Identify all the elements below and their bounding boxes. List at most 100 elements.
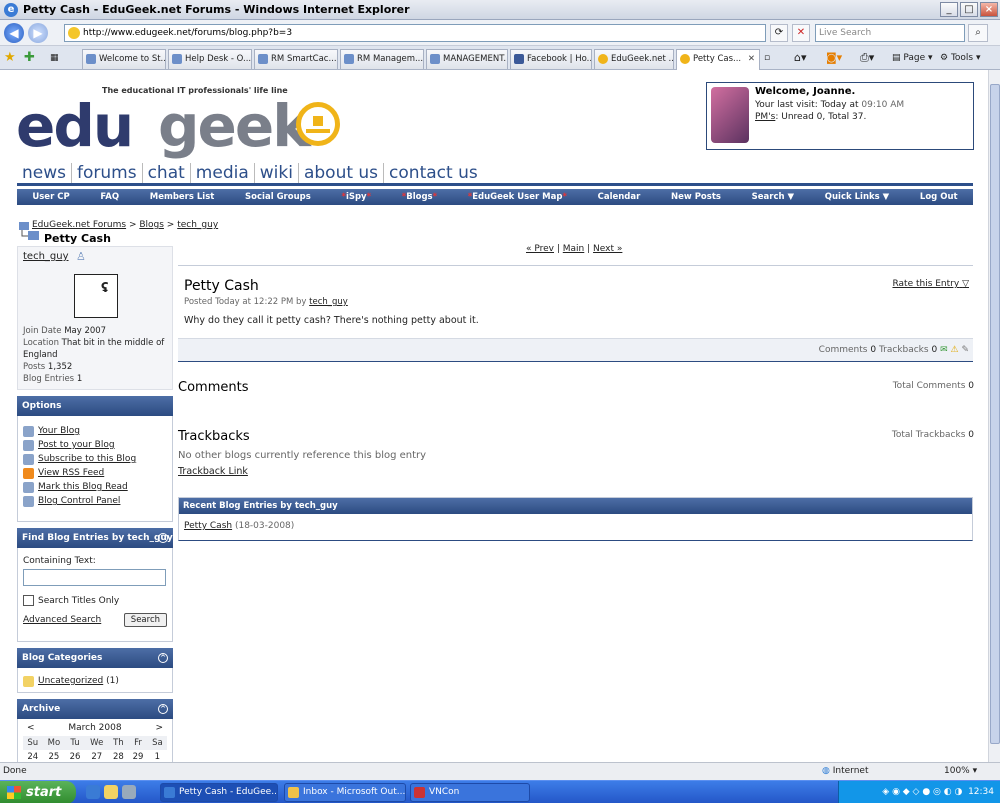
nav-chat[interactable]: chat bbox=[143, 163, 191, 183]
calendar-day[interactable]: 1 bbox=[148, 750, 167, 762]
advanced-search-link[interactable]: Advanced Search bbox=[23, 615, 101, 625]
tab-welcome[interactable]: Welcome to St... bbox=[82, 49, 166, 69]
blog-control-panel-link[interactable]: Blog Control Panel bbox=[23, 494, 167, 508]
subnav-search[interactable]: Search ▼ bbox=[752, 192, 794, 202]
minimize-button[interactable]: _ bbox=[940, 2, 958, 17]
next-month-button[interactable]: > bbox=[155, 723, 163, 733]
collapse-icon[interactable]: ^ bbox=[158, 704, 168, 714]
print-icon[interactable]: ⎙▾ bbox=[860, 49, 874, 67]
zoom-level[interactable]: 100% ▾ bbox=[944, 763, 977, 780]
calendar-day[interactable]: 28 bbox=[109, 750, 129, 762]
search-icon[interactable]: ⌕ bbox=[968, 24, 988, 42]
maximize-button[interactable]: □ bbox=[960, 2, 978, 17]
calendar-day[interactable]: 26 bbox=[65, 750, 85, 762]
tab-edugeek[interactable]: EduGeek.net ... bbox=[594, 49, 674, 69]
rss-feeds-icon[interactable]: ◙▾ bbox=[826, 49, 842, 67]
pms-link[interactable]: PM's bbox=[755, 112, 775, 122]
calendar-day[interactable]: 25 bbox=[43, 750, 66, 762]
edugeek-logo[interactable]: The educational IT professionals' life l… bbox=[16, 82, 346, 162]
subnav-blogs[interactable]: *Blogs* bbox=[402, 192, 437, 202]
next-entry-link[interactable]: Next » bbox=[593, 244, 622, 254]
subnav-log-out[interactable]: Log Out bbox=[920, 192, 958, 202]
quicklaunch-ie-icon[interactable] bbox=[86, 785, 100, 799]
subnav-social-groups[interactable]: Social Groups bbox=[245, 192, 311, 202]
view-rss-link[interactable]: View RSS Feed bbox=[23, 466, 167, 480]
prev-month-button[interactable]: < bbox=[27, 723, 35, 733]
prev-entry-link[interactable]: « Prev bbox=[526, 244, 554, 254]
report-warning-icon[interactable]: ⚠ bbox=[951, 345, 959, 355]
subscribe-blog-link[interactable]: Subscribe to this Blog bbox=[23, 452, 167, 466]
nav-media[interactable]: media bbox=[191, 163, 255, 183]
quicklaunch-outlook-icon[interactable] bbox=[104, 785, 118, 799]
task-label: VNCon bbox=[429, 787, 460, 797]
page-menu[interactable]: ▤ Page ▾ bbox=[892, 49, 933, 67]
live-search-input[interactable]: Live Search bbox=[815, 24, 965, 42]
home-icon[interactable]: ⌂▾ bbox=[794, 49, 807, 67]
quick-tabs-icon[interactable]: ▦ bbox=[50, 49, 59, 67]
nav-about-us[interactable]: about us bbox=[299, 163, 385, 183]
address-input[interactable]: http://www.edugeek.net/forums/blog.php?b… bbox=[64, 24, 766, 42]
mark-read-link[interactable]: Mark this Blog Read bbox=[23, 480, 167, 494]
scrollbar-thumb[interactable] bbox=[990, 84, 1000, 744]
search-titles-only[interactable]: Search Titles Only bbox=[23, 595, 167, 606]
tab-close-icon[interactable]: ✕ bbox=[748, 50, 755, 68]
title-bar: e Petty Cash - EduGeek.net Forums - Wind… bbox=[0, 0, 1000, 20]
nav-news[interactable]: news bbox=[17, 163, 72, 183]
nav-wiki[interactable]: wiki bbox=[255, 163, 299, 183]
subnav-user-map[interactable]: *EduGeek User Map* bbox=[468, 192, 567, 202]
your-blog-link[interactable]: Your Blog bbox=[23, 424, 167, 438]
subnav-user-cp[interactable]: User CP bbox=[32, 192, 69, 202]
refresh-icon[interactable]: ⟳ bbox=[770, 24, 788, 42]
post-to-blog-link[interactable]: Post to your Blog bbox=[23, 438, 167, 452]
tab-help-desk[interactable]: Help Desk - O... bbox=[168, 49, 252, 69]
tab-management[interactable]: MANAGEMENT... bbox=[426, 49, 508, 69]
quicklaunch-desktop-icon[interactable] bbox=[122, 785, 136, 799]
main-blog-link[interactable]: Main bbox=[563, 244, 585, 254]
subnav-calendar[interactable]: Calendar bbox=[598, 192, 641, 202]
close-button[interactable]: × bbox=[980, 2, 998, 17]
calendar-day[interactable]: 27 bbox=[85, 750, 109, 762]
send-to-friend-icon[interactable]: ✉ bbox=[940, 345, 948, 355]
breadcrumb-forums[interactable]: EduGeek.net Forums bbox=[32, 220, 126, 230]
subnav-new-posts[interactable]: New Posts bbox=[671, 192, 721, 202]
stop-icon[interactable]: ✕ bbox=[792, 24, 810, 42]
breadcrumb-blogs[interactable]: Blogs bbox=[139, 220, 164, 230]
containing-text-input[interactable] bbox=[23, 569, 166, 586]
tab-petty-cash[interactable]: Petty Cas... ✕ bbox=[676, 49, 760, 70]
category-uncategorized[interactable]: Uncategorized (1) bbox=[23, 674, 167, 688]
profile-name[interactable]: tech_guy bbox=[23, 251, 69, 262]
add-favorite-icon[interactable]: ✚ bbox=[24, 49, 35, 67]
entry-author-link[interactable]: tech_guy bbox=[309, 297, 348, 307]
task-vncon[interactable]: VNCon bbox=[410, 783, 530, 802]
back-button[interactable]: ◀ bbox=[4, 23, 24, 43]
tray-icons[interactable]: ◈ ◉ ◆ ◇ ● ◎ ◐ ◑ bbox=[882, 787, 968, 797]
recent-entry-link[interactable]: Petty Cash bbox=[184, 521, 232, 531]
vertical-scrollbar[interactable] bbox=[988, 70, 1000, 762]
trackback-link[interactable]: Trackback Link bbox=[178, 466, 248, 477]
task-inbox-outlook[interactable]: Inbox - Microsoft Out... bbox=[284, 783, 406, 802]
tab-rm-management[interactable]: RM Managem... bbox=[340, 49, 424, 69]
forward-button[interactable]: ▶ bbox=[28, 23, 48, 43]
new-tab-icon[interactable]: ▫ bbox=[764, 49, 770, 67]
task-petty-cash[interactable]: Petty Cash - EduGee... bbox=[160, 783, 278, 802]
nav-contact-us[interactable]: contact us bbox=[384, 163, 483, 183]
titles-only-checkbox[interactable] bbox=[23, 595, 34, 606]
breadcrumb-user[interactable]: tech_guy bbox=[177, 220, 218, 230]
tab-facebook[interactable]: Facebook | Ho... bbox=[510, 49, 592, 69]
comment-icon[interactable]: ✎ bbox=[961, 345, 969, 355]
favorites-star-icon[interactable]: ★ bbox=[4, 49, 16, 67]
subnav-ispy[interactable]: *iSpy* bbox=[341, 192, 371, 202]
rate-entry-link[interactable]: Rate this Entry ▽ bbox=[892, 279, 969, 289]
collapse-icon[interactable]: ^ bbox=[158, 653, 168, 663]
collapse-icon[interactable]: ^ bbox=[158, 533, 168, 543]
search-button[interactable]: Search bbox=[123, 613, 167, 627]
subnav-quick-links[interactable]: Quick Links ▼ bbox=[825, 192, 889, 202]
calendar-day[interactable]: 24 bbox=[23, 750, 43, 762]
nav-forums[interactable]: forums bbox=[72, 163, 143, 183]
tools-menu[interactable]: ⚙ Tools ▾ bbox=[940, 49, 981, 67]
calendar-day[interactable]: 29 bbox=[128, 750, 148, 762]
subnav-members-list[interactable]: Members List bbox=[150, 192, 215, 202]
tab-rm-smartcache[interactable]: RM SmartCac... bbox=[254, 49, 338, 69]
subnav-faq[interactable]: FAQ bbox=[100, 192, 119, 202]
start-button[interactable]: start bbox=[0, 781, 76, 803]
